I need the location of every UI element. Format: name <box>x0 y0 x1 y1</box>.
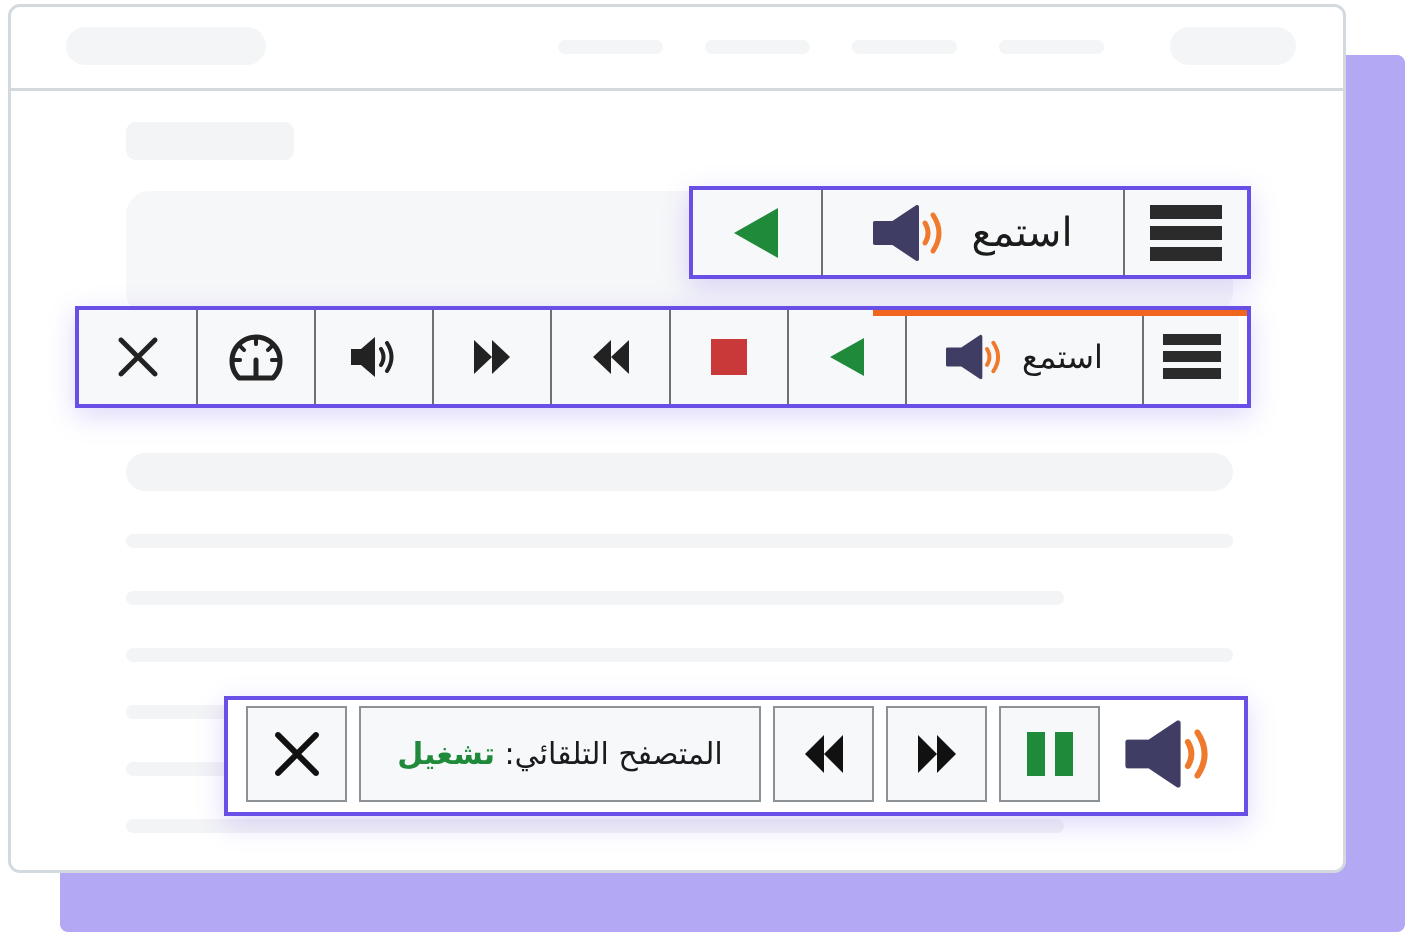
nav-placeholder-1 <box>558 40 663 54</box>
text-line-3 <box>126 648 1233 662</box>
pause-button[interactable] <box>999 706 1100 802</box>
player-autoscroll: المتصفح التلقائي: تشغيل <box>224 696 1248 816</box>
listen-label: استمع <box>971 209 1073 256</box>
nav-placeholder-4 <box>999 40 1104 54</box>
pause-icon <box>1026 732 1073 776</box>
play-icon <box>734 207 778 258</box>
speaker-icon <box>946 334 1001 380</box>
rewind-button[interactable] <box>773 706 874 802</box>
nav-placeholder-3 <box>852 40 957 54</box>
speaker-icon <box>873 204 942 261</box>
listen-label: استمع <box>1022 338 1103 376</box>
player-collapsed: استمع <box>689 186 1251 279</box>
rewind-button[interactable] <box>550 310 669 404</box>
heading-placeholder <box>126 453 1233 491</box>
close-icon <box>274 732 319 776</box>
text-line-6 <box>126 819 1064 833</box>
close-button[interactable] <box>79 310 196 404</box>
fast-forward-icon <box>917 735 956 773</box>
fast-forward-button[interactable] <box>432 310 550 404</box>
autoscroll-text: المتصفح التلقائي: تشغيل <box>397 737 723 772</box>
rewind-icon <box>804 735 843 773</box>
volume-icon <box>351 337 394 377</box>
player-expanded: استمع <box>75 306 1251 408</box>
play-button[interactable] <box>693 190 821 275</box>
listen-button[interactable]: استمع <box>905 310 1142 404</box>
menu-icon <box>1150 204 1222 261</box>
rewind-icon <box>592 340 629 374</box>
stop-icon <box>711 339 747 375</box>
text-line-2 <box>126 591 1064 605</box>
listen-button[interactable]: استمع <box>821 190 1123 275</box>
account-placeholder <box>1170 27 1296 65</box>
autoscroll-label: المتصفح التلقائي: <box>504 736 723 772</box>
fast-forward-button[interactable] <box>886 706 987 802</box>
logo-placeholder <box>66 27 266 65</box>
play-icon <box>830 338 864 376</box>
volume-button[interactable] <box>314 310 432 404</box>
speed-button[interactable] <box>196 310 314 404</box>
nav-placeholder-2 <box>705 40 810 54</box>
header-bar <box>11 7 1343 91</box>
text-line-1 <box>126 534 1233 548</box>
fast-forward-icon <box>474 340 510 374</box>
close-icon <box>118 337 157 377</box>
speaker-icon <box>1125 720 1208 788</box>
speaker-area <box>1112 706 1230 802</box>
menu-icon <box>1162 334 1221 379</box>
menu-button[interactable] <box>1142 310 1239 404</box>
play-button[interactable] <box>787 310 905 404</box>
breadcrumb-placeholder <box>126 122 294 160</box>
autoscroll-status[interactable]: المتصفح التلقائي: تشغيل <box>359 706 761 802</box>
menu-button[interactable] <box>1123 190 1247 275</box>
stop-button[interactable] <box>669 310 787 404</box>
autoscroll-value: تشغيل <box>397 736 495 772</box>
close-button[interactable] <box>246 706 347 802</box>
speedometer-icon <box>229 334 283 381</box>
